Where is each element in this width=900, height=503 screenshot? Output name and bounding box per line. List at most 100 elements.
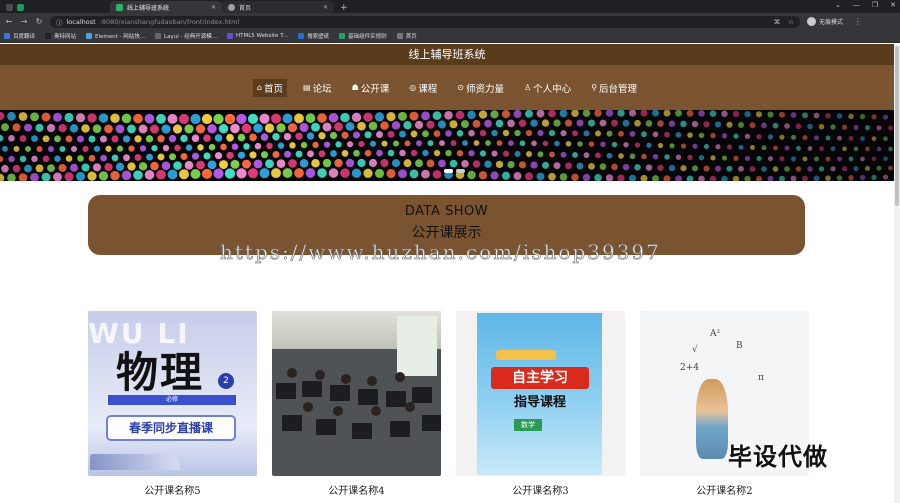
monitor-shape xyxy=(422,415,441,431)
page-scrollbar[interactable] xyxy=(894,44,900,503)
nav-item[interactable]: ♙ 个人中心 xyxy=(520,79,575,97)
course-cover-image[interactable]: WU LI 物理 2 必修 春季同步直播课 xyxy=(88,311,257,476)
banner-dot xyxy=(236,168,247,179)
banner-dot xyxy=(703,165,710,172)
close-icon[interactable]: ✕ xyxy=(211,4,216,11)
bookmark-item[interactable]: Element - 网站快... xyxy=(86,32,145,40)
banner-dot xyxy=(414,120,424,130)
bookmark-item[interactable]: HTML5 Website T... xyxy=(226,33,288,39)
course-card[interactable]: 自主学习 指导课程 数学 公开课名称3 xyxy=(456,311,625,497)
course-name[interactable]: 公开课名称2 xyxy=(640,482,809,497)
carousel-dot[interactable] xyxy=(444,169,453,173)
banner-dot xyxy=(657,164,664,171)
nav-item[interactable]: ⌂ 首页 xyxy=(252,78,288,97)
banner-dot xyxy=(468,150,475,157)
student-head xyxy=(341,374,351,384)
banner-dot xyxy=(77,135,84,143)
course-card[interactable]: WU LI 物理 2 必修 春季同步直播课 公开课名称5 xyxy=(88,311,257,497)
classroom-photo xyxy=(276,368,441,439)
banner-dot xyxy=(374,112,385,122)
banner-dot xyxy=(472,160,481,168)
nav-item[interactable]: ⚲ 后台管理 xyxy=(587,79,641,97)
banner-dot xyxy=(583,152,590,159)
banner-dot xyxy=(69,124,79,133)
banner-dot xyxy=(675,154,682,160)
banner-dot xyxy=(151,145,158,152)
bookmark-icon xyxy=(45,33,52,39)
banner-dot xyxy=(144,113,155,124)
browser-tab-home[interactable]: 首页 ✕ xyxy=(222,1,334,13)
monitor-shape xyxy=(390,421,410,437)
banner-dot xyxy=(859,174,866,181)
banner-dot xyxy=(272,150,280,158)
banner-dot xyxy=(162,144,170,152)
menu-icon[interactable]: ⋮ xyxy=(854,17,862,26)
course-name[interactable]: 公开课名称3 xyxy=(456,482,625,497)
minimize-icon[interactable]: — xyxy=(853,1,860,9)
nav-item[interactable]: ▤ 论坛 xyxy=(299,79,336,97)
nav-item[interactable]: ☗ 公开课 xyxy=(348,79,394,97)
bookmark-item[interactable]: 奥特网站 xyxy=(45,32,76,40)
info-icon[interactable]: ⓘ xyxy=(56,17,63,27)
banner-dot xyxy=(335,141,342,148)
carousel-dot[interactable] xyxy=(456,169,465,173)
bookmark-item[interactable]: 首页 xyxy=(396,32,417,40)
banner-dot xyxy=(622,119,630,127)
banner-dot xyxy=(445,149,452,157)
banner-dot xyxy=(495,160,504,169)
banner-dot xyxy=(652,153,659,160)
nav-item[interactable]: ◎ 课程 xyxy=(405,79,441,97)
banner-dot xyxy=(368,121,378,131)
course-name[interactable]: 公开课名称5 xyxy=(88,482,257,497)
translate-icon[interactable]: ⌘ xyxy=(774,18,781,26)
browser-tab-bar: 线上辅导班系统 ✕ 首页 ✕ + ⌄ — ❐ ✕ xyxy=(0,0,900,13)
close-icon[interactable]: ✕ xyxy=(323,4,328,11)
forward-icon[interactable]: → xyxy=(20,17,28,26)
banner-dot xyxy=(791,156,796,162)
banner-dot xyxy=(531,140,537,147)
banner-dot xyxy=(161,124,171,134)
bookmark-item[interactable]: 基础组件实规则 xyxy=(339,32,387,40)
banner-dot xyxy=(864,165,871,171)
banner-dot xyxy=(196,160,205,170)
banner-dot xyxy=(779,134,785,140)
bookmark-item[interactable]: 百度翻译 xyxy=(4,32,35,40)
bookmark-item[interactable]: Layui - 经典开源模... xyxy=(155,32,217,40)
banner-dot xyxy=(888,165,893,171)
scrollbar-thumb[interactable] xyxy=(895,46,899,206)
back-icon[interactable]: ← xyxy=(5,17,13,26)
close-window-icon[interactable]: ✕ xyxy=(890,1,896,9)
restore-icon[interactable]: ❐ xyxy=(872,1,878,9)
course-cover-image[interactable] xyxy=(272,311,441,476)
course-name[interactable]: 公开课名称4 xyxy=(272,482,441,497)
url-watermark: https://www.huzhan.com/ishop39397 xyxy=(220,240,661,265)
reload-icon[interactable]: ↻ xyxy=(35,17,43,26)
browser-tab-blank[interactable] xyxy=(0,1,110,13)
banner-dot xyxy=(226,151,234,160)
banner-dot xyxy=(7,173,16,181)
math-doodle: π xyxy=(758,373,764,383)
incognito-profile[interactable]: 无痕模式 xyxy=(807,17,843,26)
banner-dot xyxy=(380,158,389,168)
nav-item[interactable]: ⊙ 师资力量 xyxy=(453,79,508,97)
new-tab-button[interactable]: + xyxy=(334,3,354,13)
banner-carousel[interactable] xyxy=(0,110,894,181)
banner-dot xyxy=(594,174,602,181)
banner-dot xyxy=(224,168,236,179)
browser-tab-system[interactable]: 线上辅导班系统 ✕ xyxy=(110,1,222,13)
banner-dot xyxy=(334,122,343,132)
banner-dot xyxy=(576,119,584,127)
url-input[interactable]: ⓘ localhost:8080/xianshangfudaoban/front… xyxy=(50,15,800,28)
course-card[interactable]: 公开课名称4 xyxy=(272,311,441,497)
bookmark-item[interactable]: 搜索壁纸 xyxy=(298,32,329,40)
star-icon[interactable]: ☆ xyxy=(788,18,794,26)
banner-dot xyxy=(265,159,274,169)
banner-dot xyxy=(668,120,676,127)
course-cover-image[interactable]: 自主学习 指导课程 数学 xyxy=(456,311,625,476)
banner-dot xyxy=(75,171,86,181)
banner-dot xyxy=(157,135,165,143)
banner-dot xyxy=(461,120,469,129)
banner-dot xyxy=(341,131,349,139)
chevron-down-icon[interactable]: ⌄ xyxy=(835,1,841,9)
banner-dot xyxy=(376,149,383,157)
